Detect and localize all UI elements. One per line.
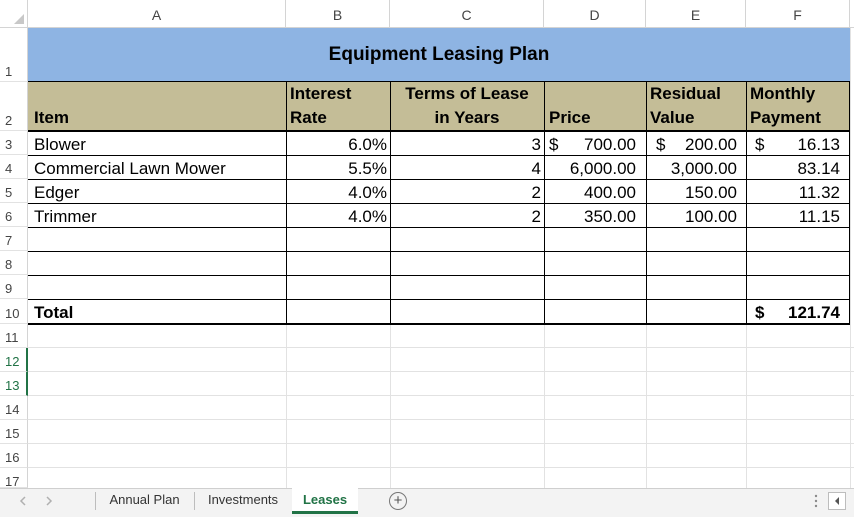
tab-investments[interactable]: Investments bbox=[195, 488, 291, 514]
row-header-13[interactable]: 13 bbox=[0, 372, 28, 396]
border-line bbox=[28, 179, 850, 180]
cell-item[interactable]: Edger bbox=[34, 183, 79, 203]
row-header-6[interactable]: 6 bbox=[0, 203, 28, 227]
gridline-h bbox=[28, 467, 854, 468]
more-options-icon[interactable] bbox=[813, 493, 819, 509]
border-line bbox=[28, 203, 850, 204]
gridline-h bbox=[28, 419, 854, 420]
border-line bbox=[28, 275, 850, 276]
cell-years[interactable]: 4 bbox=[390, 159, 541, 179]
tab-leases[interactable]: Leases bbox=[292, 488, 358, 514]
row-header-7[interactable]: 7 bbox=[0, 227, 28, 251]
cell-payment[interactable]: 11.15 bbox=[746, 207, 840, 227]
header-monthly-line1[interactable]: Monthly bbox=[750, 84, 815, 104]
header-item[interactable]: Item bbox=[34, 108, 69, 128]
header-terms-line1[interactable]: Terms of Lease bbox=[390, 84, 544, 104]
gridline-h bbox=[28, 395, 854, 396]
total-value[interactable]: 121.74 bbox=[746, 303, 840, 323]
border-line bbox=[28, 251, 850, 252]
cell-years[interactable]: 2 bbox=[390, 183, 541, 203]
cell-residual[interactable]: 3,000.00 bbox=[646, 159, 737, 179]
cell-rate[interactable]: 6.0% bbox=[286, 135, 387, 155]
cell-rate[interactable]: 4.0% bbox=[286, 207, 387, 227]
column-header-d[interactable]: D bbox=[544, 0, 646, 28]
cell-payment[interactable]: 83.14 bbox=[746, 159, 840, 179]
column-header-a[interactable]: A bbox=[28, 0, 286, 28]
scroll-left-icon[interactable] bbox=[18, 494, 28, 508]
cell-residual[interactable]: 200.00 bbox=[646, 135, 737, 155]
gridline-h bbox=[28, 443, 854, 444]
cell-item[interactable]: Trimmer bbox=[34, 207, 97, 227]
cell-payment[interactable]: 16.13 bbox=[746, 135, 840, 155]
column-header-e[interactable]: E bbox=[646, 0, 746, 28]
cell-item[interactable]: Commercial Lawn Mower bbox=[34, 159, 226, 179]
cell-price[interactable]: 700.00 bbox=[544, 135, 636, 155]
column-header-g-partial[interactable] bbox=[850, 0, 854, 28]
cell-rate[interactable]: 5.5% bbox=[286, 159, 387, 179]
row-header-12[interactable]: 12 bbox=[0, 348, 28, 372]
header-terms-line2[interactable]: in Years bbox=[390, 108, 544, 128]
row-header-15[interactable]: 15 bbox=[0, 420, 28, 444]
header-price[interactable]: Price bbox=[549, 108, 591, 128]
cell-price[interactable]: 350.00 bbox=[544, 207, 636, 227]
cell-residual[interactable]: 100.00 bbox=[646, 207, 737, 227]
border-line bbox=[28, 155, 850, 156]
border-line bbox=[390, 82, 391, 324]
row-header-14[interactable]: 14 bbox=[0, 396, 28, 420]
cell-price[interactable]: 400.00 bbox=[544, 183, 636, 203]
row-header-2[interactable]: 2 bbox=[0, 82, 28, 131]
total-label[interactable]: Total bbox=[34, 303, 73, 323]
border-line bbox=[544, 82, 545, 324]
border-line bbox=[28, 130, 850, 132]
header-monthly-line2[interactable]: Payment bbox=[750, 108, 821, 128]
tab-annual-plan[interactable]: Annual Plan bbox=[96, 488, 193, 514]
header-residual-line1[interactable]: Residual bbox=[650, 84, 721, 104]
border-line bbox=[28, 323, 850, 325]
row-header-16[interactable]: 16 bbox=[0, 444, 28, 468]
cell-years[interactable]: 2 bbox=[390, 207, 541, 227]
header-residual-line2[interactable]: Value bbox=[650, 108, 694, 128]
select-all-corner[interactable] bbox=[0, 0, 28, 28]
row-header-11[interactable]: 11 bbox=[0, 324, 28, 348]
column-header-b[interactable]: B bbox=[286, 0, 390, 28]
border-line bbox=[746, 82, 747, 324]
gridline-h bbox=[28, 371, 854, 372]
row-header-4[interactable]: 4 bbox=[0, 155, 28, 179]
row-header-9[interactable]: 9 bbox=[0, 275, 28, 299]
border-line bbox=[28, 227, 850, 228]
cell-payment[interactable]: 11.32 bbox=[746, 183, 840, 203]
cell-rate[interactable]: 4.0% bbox=[286, 183, 387, 203]
scroll-right-icon[interactable] bbox=[44, 494, 54, 508]
row-header-8[interactable]: 8 bbox=[0, 251, 28, 275]
header-interest-line1[interactable]: Interest bbox=[290, 84, 351, 104]
border-line bbox=[646, 82, 647, 324]
gridline-h bbox=[28, 347, 854, 348]
row-header-5[interactable]: 5 bbox=[0, 179, 28, 203]
header-interest-line2[interactable]: Rate bbox=[290, 108, 327, 128]
border-line bbox=[286, 82, 287, 324]
cell-years[interactable]: 3 bbox=[390, 135, 541, 155]
sheet-title: Equipment Leasing Plan bbox=[328, 44, 550, 65]
border-line bbox=[849, 82, 850, 324]
hscroll-left-icon[interactable] bbox=[828, 492, 846, 510]
cell-item[interactable]: Blower bbox=[34, 135, 86, 155]
title-cell[interactable]: Equipment Leasing Plan bbox=[28, 28, 850, 82]
cell-residual[interactable]: 150.00 bbox=[646, 183, 737, 203]
column-header-c[interactable]: C bbox=[390, 0, 544, 28]
column-header-f[interactable]: F bbox=[746, 0, 850, 28]
row-header-3[interactable]: 3 bbox=[0, 131, 28, 155]
row-header-17[interactable]: 17 bbox=[0, 468, 28, 489]
border-line bbox=[28, 299, 850, 300]
row-header-10[interactable]: 10 bbox=[0, 299, 28, 324]
add-sheet-icon[interactable]: + bbox=[389, 492, 407, 510]
border-line bbox=[28, 81, 850, 82]
cell-price[interactable]: 6,000.00 bbox=[544, 159, 636, 179]
row-header-1[interactable]: 1 bbox=[0, 28, 28, 82]
